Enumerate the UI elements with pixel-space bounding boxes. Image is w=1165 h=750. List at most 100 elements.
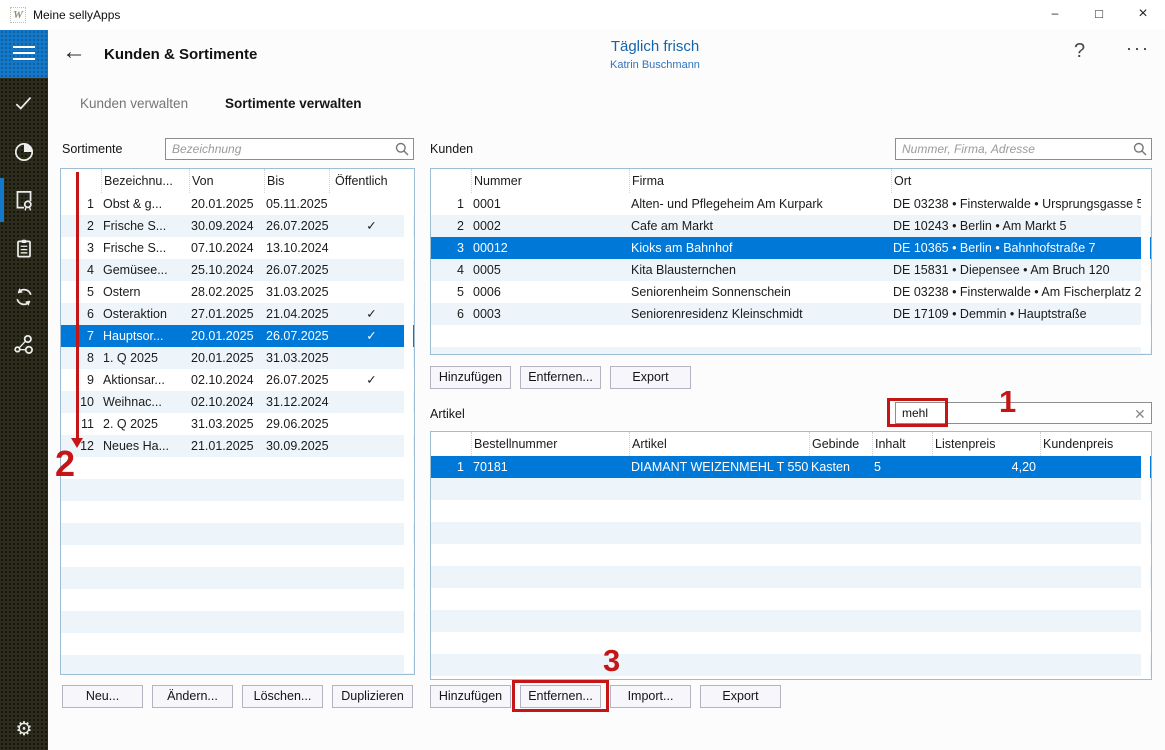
column-header-kundenpreis[interactable]: Kundenpreis	[1040, 432, 1151, 456]
clipboard-icon[interactable]	[12, 237, 36, 261]
annotation-step-3: 3	[603, 643, 620, 679]
kunden-entfernen-button[interactable]: Entfernen...	[520, 366, 601, 389]
cell-kundenpreis	[1040, 456, 1151, 478]
cell-nummer: 00012	[471, 237, 629, 259]
table-row[interactable]: 8 1. Q 2025 20.01.2025 31.03.2025	[61, 347, 414, 369]
row-number: 8	[61, 347, 101, 369]
table-row[interactable]: 4 0005 Kita Blausternchen DE 15831 • Die…	[431, 259, 1151, 281]
table-row[interactable]: 4 Gemüsee... 25.10.2024 26.07.2025	[61, 259, 414, 281]
table-row[interactable]: 5 0006 Seniorenheim Sonnenschein DE 0323…	[431, 281, 1151, 303]
column-header-artikel[interactable]: Artikel	[629, 432, 809, 456]
column-header-bezeichnung[interactable]: Bezeichnu...	[101, 169, 189, 193]
column-header-gebinde[interactable]: Gebinde	[809, 432, 872, 456]
cell-bis: 21.04.2025	[264, 303, 329, 325]
column-header-bestellnummer[interactable]: Bestellnummer	[471, 432, 629, 456]
cell-bis: 13.10.2024	[264, 237, 329, 259]
table-row[interactable]: 11 2. Q 2025 31.03.2025 29.06.2025	[61, 413, 414, 435]
table-row[interactable]: 6 Osteraktion 27.01.2025 21.04.2025 ✓	[61, 303, 414, 325]
cell-bezeichnung: 1. Q 2025	[101, 347, 189, 369]
annotation-box-entfernen	[512, 680, 609, 712]
cell-von: 20.01.2025	[189, 193, 264, 215]
app-logo-icon: W	[10, 7, 26, 23]
cell-von: 31.03.2025	[189, 413, 264, 435]
row-number: 1	[431, 456, 471, 478]
duplizieren-button[interactable]: Duplizieren	[332, 685, 413, 708]
cell-ort: DE 03238 • Finsterwalde • Am Fischerplat…	[891, 281, 1151, 303]
table-row[interactable]: 12 Neues Ha... 21.01.2025 30.09.2025	[61, 435, 414, 457]
cell-bezeichnung: Frische S...	[101, 237, 189, 259]
cell-bis: 26.07.2025	[264, 215, 329, 237]
cell-bezeichnung: Gemüsee...	[101, 259, 189, 281]
table-row[interactable]: 1 0001 Alten- und Pflegeheim Am Kurpark …	[431, 193, 1151, 215]
certificate-icon[interactable]	[12, 188, 36, 212]
cell-oeffentlich-check	[329, 435, 414, 457]
account-user: Katrin Buschmann	[540, 59, 770, 71]
close-button[interactable]: ×	[1123, 0, 1163, 30]
annotation-step-2: 2	[55, 443, 75, 485]
cell-bezeichnung: Neues Ha...	[101, 435, 189, 457]
minimize-button[interactable]: –	[1035, 0, 1075, 30]
cell-bis: 26.07.2025	[264, 259, 329, 281]
column-header-ort[interactable]: Ort	[891, 169, 1151, 193]
column-header-listenpreis[interactable]: Listenpreis	[932, 432, 1040, 456]
table-row[interactable]: 1 Obst & g... 20.01.2025 05.11.2025	[61, 193, 414, 215]
kunden-export-button[interactable]: Export	[610, 366, 691, 389]
row-number: 1	[431, 193, 471, 215]
table-row[interactable]: 2 Frische S... 30.09.2024 26.07.2025 ✓	[61, 215, 414, 237]
check-icon[interactable]	[12, 91, 36, 115]
artikel-export-button[interactable]: Export	[700, 685, 781, 708]
scrollbar-gutter[interactable]	[1141, 170, 1150, 353]
column-header-bis[interactable]: Bis	[264, 169, 329, 193]
table-row[interactable]: 7 Hauptsor... 20.01.2025 26.07.2025 ✓	[61, 325, 414, 347]
sortimente-search-input[interactable]	[165, 138, 414, 160]
tab-sortimente-verwalten[interactable]: Sortimente verwalten	[225, 96, 362, 111]
artikel-import-button[interactable]: Import...	[610, 685, 691, 708]
sync-icon[interactable]	[12, 285, 36, 309]
pie-chart-icon[interactable]	[12, 140, 36, 164]
gear-icon[interactable]: ⚙	[11, 716, 37, 742]
artikel-hinzufuegen-button[interactable]: Hinzufügen	[430, 685, 511, 708]
scrollbar-gutter[interactable]	[404, 170, 413, 673]
column-header-oeffentlich[interactable]: Öffentlich	[329, 169, 414, 193]
cell-oeffentlich-check	[329, 259, 414, 281]
help-button[interactable]: ?	[1074, 40, 1085, 63]
table-row[interactable]: 9 Aktionsar... 02.10.2024 26.07.2025 ✓	[61, 369, 414, 391]
cell-bezeichnung: Frische S...	[101, 215, 189, 237]
table-row[interactable]: 10 Weihnac... 02.10.2024 31.12.2024	[61, 391, 414, 413]
tab-kunden-verwalten[interactable]: Kunden verwalten	[80, 96, 188, 111]
clear-search-icon[interactable]: ✕	[1134, 406, 1146, 422]
cell-firma: Seniorenresidenz Kleinschmidt	[629, 303, 891, 325]
table-row[interactable]: 5 Ostern 28.02.2025 31.03.2025	[61, 281, 414, 303]
maximize-button[interactable]: □	[1079, 0, 1119, 30]
back-button[interactable]: ←	[62, 38, 86, 66]
column-header-firma[interactable]: Firma	[629, 169, 891, 193]
row-number: 9	[61, 369, 101, 391]
cell-bis: 30.09.2025	[264, 435, 329, 457]
row-number: 6	[431, 303, 471, 325]
cell-oeffentlich-check: ✓	[329, 215, 414, 237]
share-icon[interactable]	[12, 333, 36, 357]
column-header-nummer[interactable]: Nummer	[471, 169, 629, 193]
neu-button[interactable]: Neu...	[62, 685, 143, 708]
column-header-rownum[interactable]	[431, 169, 471, 193]
column-header-rownum[interactable]	[431, 432, 471, 456]
column-header-rownum[interactable]	[61, 169, 101, 193]
scrollbar-gutter[interactable]	[1141, 433, 1150, 678]
table-row[interactable]: 6 0003 Seniorenresidenz Kleinschmidt DE …	[431, 303, 1151, 325]
table-row[interactable]: 3 00012 Kioks am Bahnhof DE 10365 • Berl…	[431, 237, 1151, 259]
table-row[interactable]: 3 Frische S... 07.10.2024 13.10.2024	[61, 237, 414, 259]
kunden-hinzufuegen-button[interactable]: Hinzufügen	[430, 366, 511, 389]
hamburger-menu-button[interactable]	[0, 30, 48, 78]
more-button[interactable]: ···	[1126, 38, 1150, 59]
kunden-search-input[interactable]	[895, 138, 1152, 160]
loeschen-button[interactable]: Löschen...	[242, 685, 323, 708]
aendern-button[interactable]: Ändern...	[152, 685, 233, 708]
kunden-table-body: 1 0001 Alten- und Pflegeheim Am Kurpark …	[431, 193, 1151, 354]
sidebar: ⚙	[0, 30, 48, 750]
table-row[interactable]: 2 0002 Cafe am Markt DE 10243 • Berlin •…	[431, 215, 1151, 237]
column-header-inhalt[interactable]: Inhalt	[872, 432, 932, 456]
cell-von: 02.10.2024	[189, 391, 264, 413]
table-row[interactable]: 1 70181 DIAMANT WEIZENMEHL T 550 ... Kas…	[431, 456, 1151, 478]
column-header-von[interactable]: Von	[189, 169, 264, 193]
account-block[interactable]: Täglich frisch Katrin Buschmann	[540, 38, 770, 71]
